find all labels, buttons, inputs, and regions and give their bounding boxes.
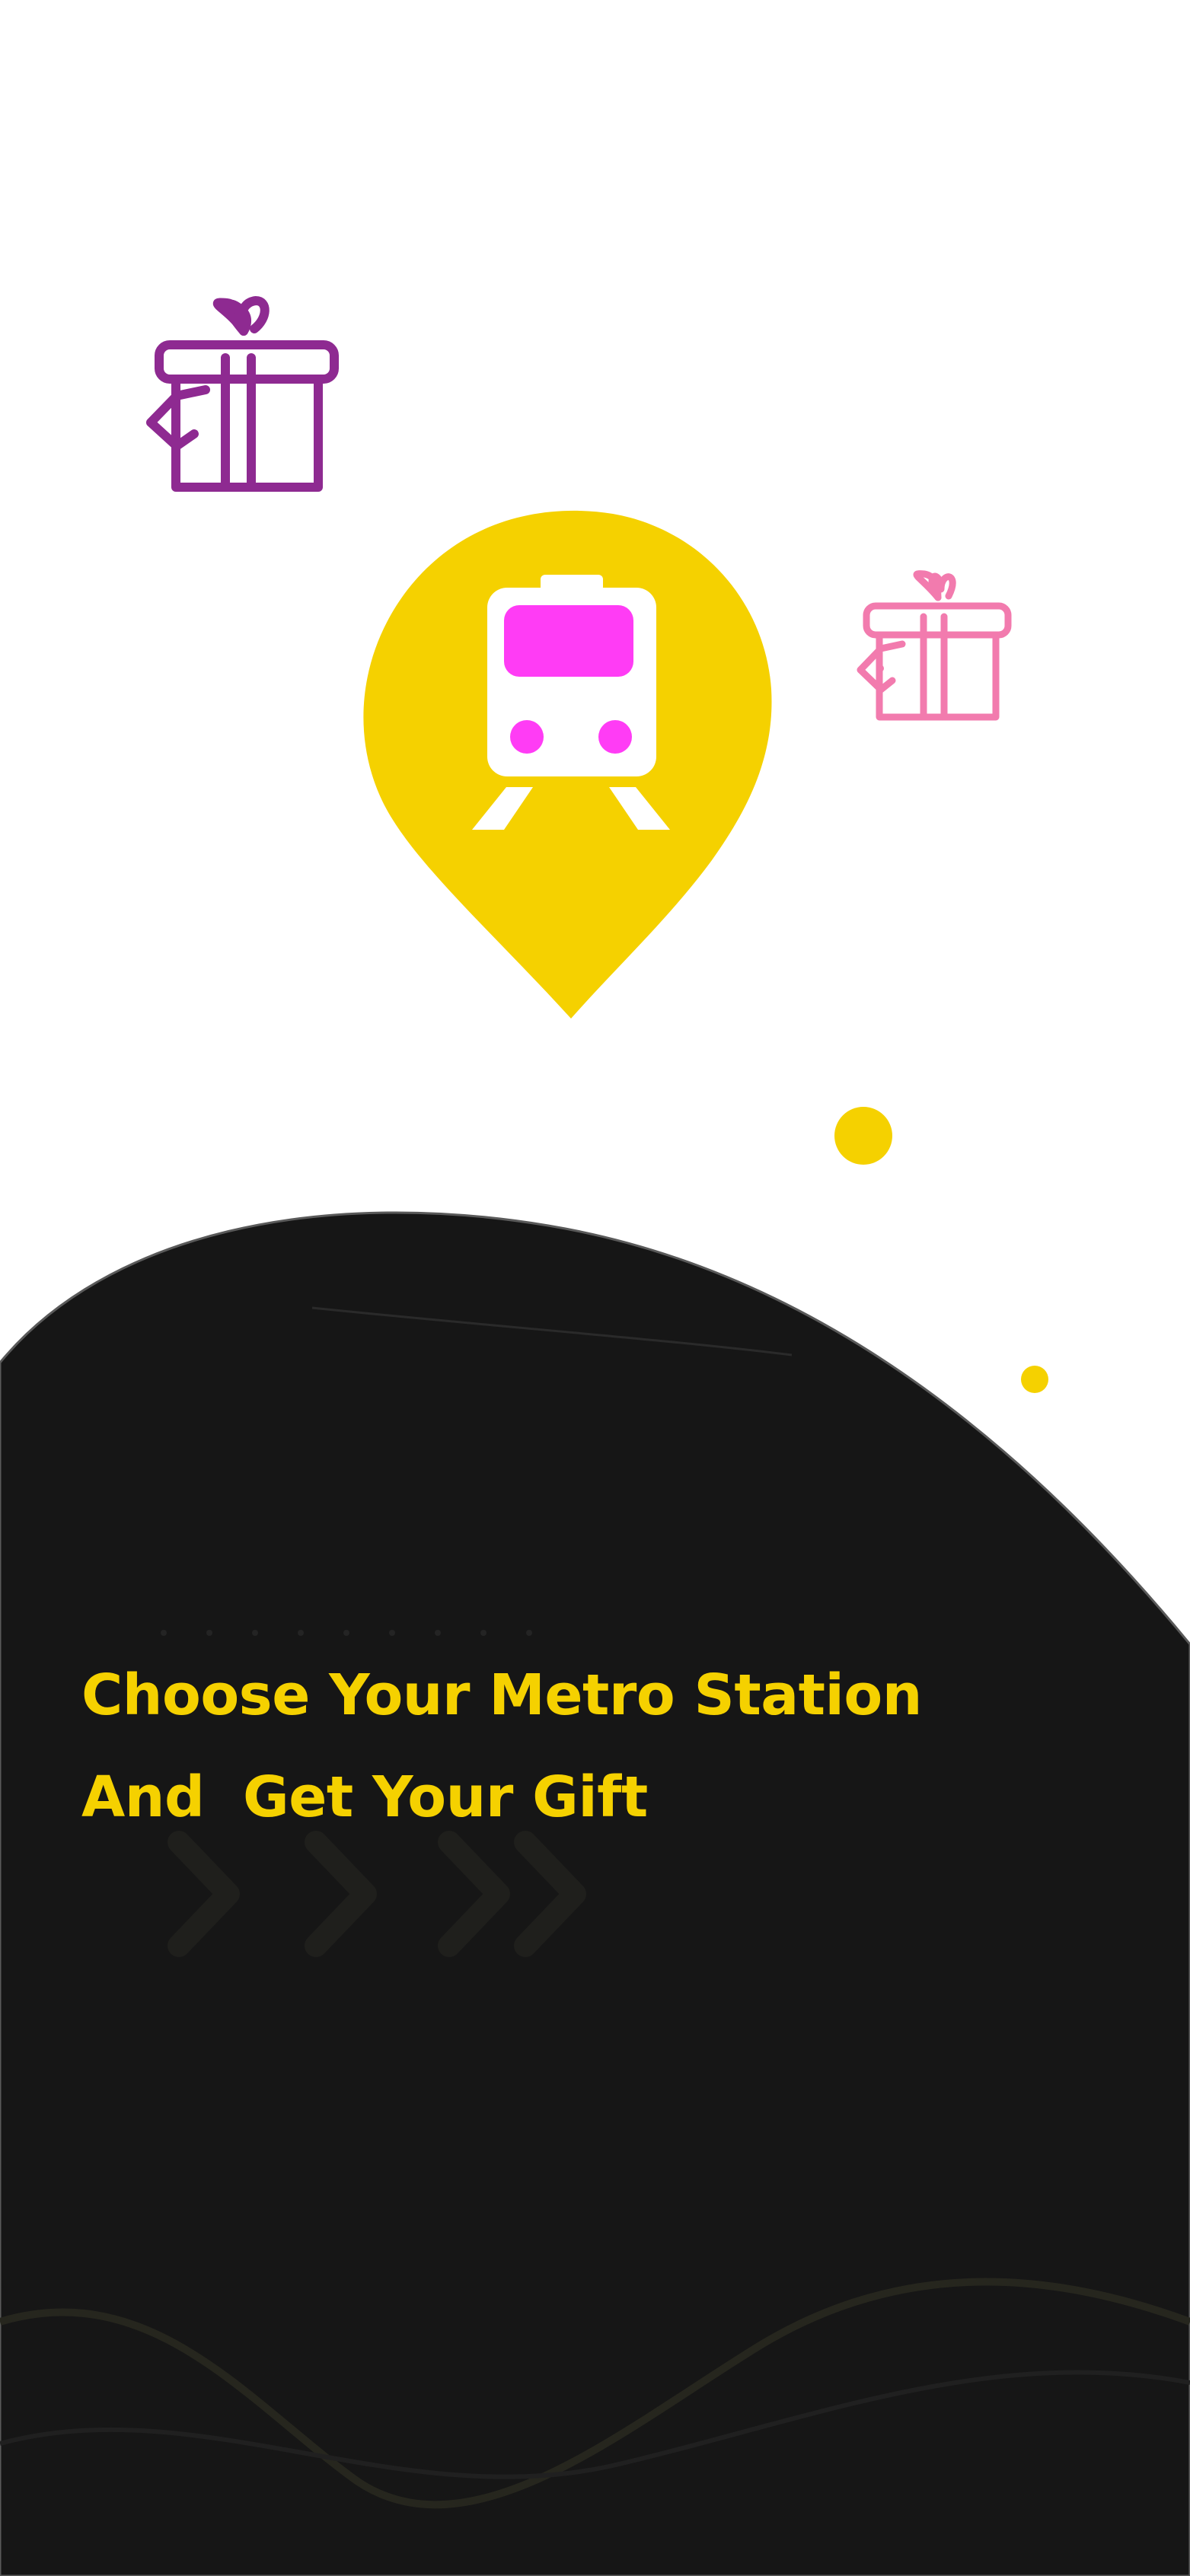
headline-line-1: Choose Your Metro Station <box>81 1663 922 1728</box>
decorative-dot-small <box>1021 1366 1048 1393</box>
headline: Choose Your Metro Station And Get Your G… <box>81 1644 1071 1848</box>
decorative-dots <box>834 1107 1048 1393</box>
decorative-dot-large <box>834 1107 892 1165</box>
headline-line-2: And Get Your Gift <box>81 1765 648 1830</box>
onboarding-screen: Choose Your Metro Station And Get Your G… <box>0 0 1190 2576</box>
